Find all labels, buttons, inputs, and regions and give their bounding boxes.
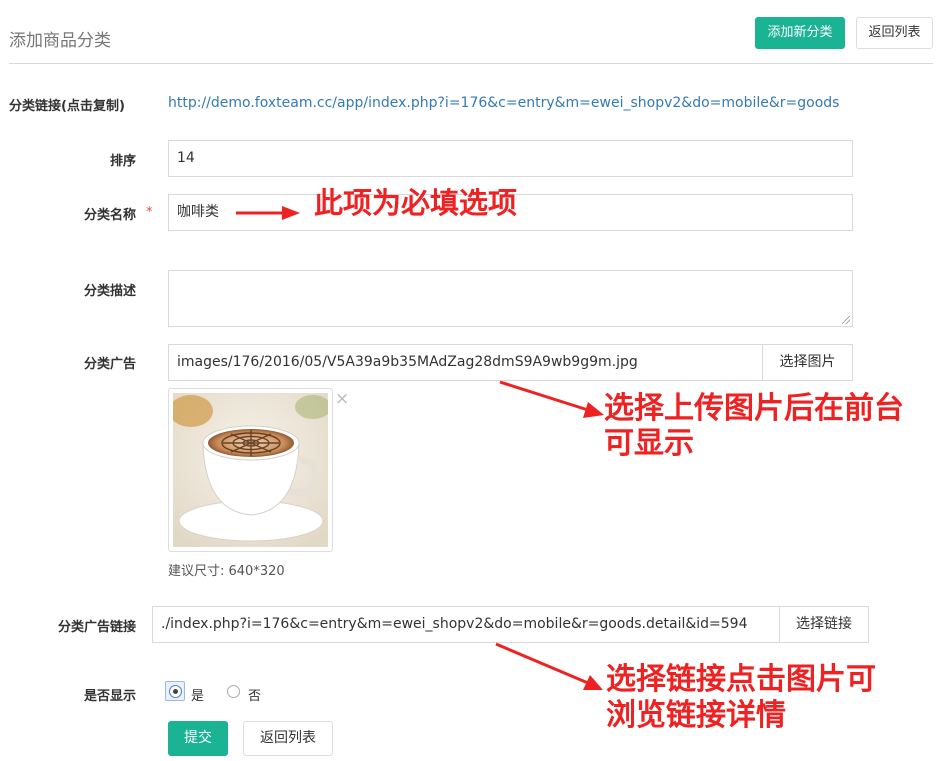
required-annotation: 此项为必填选项 [314,186,518,220]
image-annotation-line2: 可显示 [604,426,694,461]
link-annotation-line2: 浏览链接详情 [606,698,786,733]
arrow-icon [499,380,604,418]
arrow-icon [495,642,603,690]
link-annotation-line1: 选择链接点击图片可 [606,662,876,697]
arrow-icon [236,206,300,220]
image-annotation-line1: 选择上传图片后在前台 [604,391,904,426]
annotation-arrows [236,206,604,690]
